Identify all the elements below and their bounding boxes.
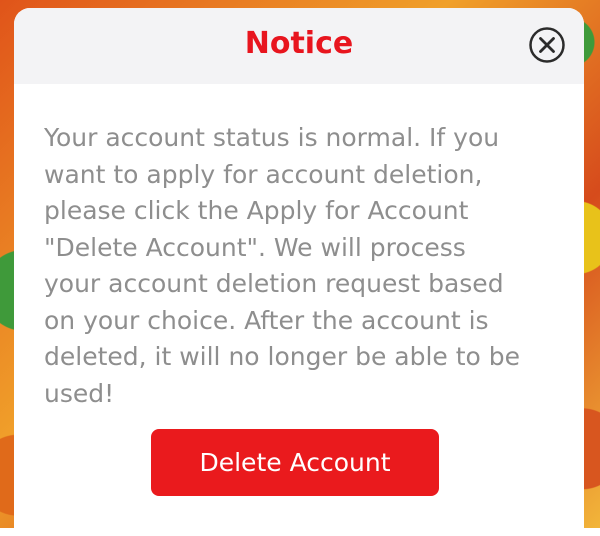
dialog-message: Your account status is normal. If you wa…: [44, 123, 521, 408]
dialog-title: Notice: [244, 26, 354, 61]
close-icon[interactable]: [528, 26, 566, 64]
notice-dialog: Notice Your account status is normal. If…: [14, 8, 584, 536]
close-circle-icon: [529, 27, 565, 63]
delete-account-button[interactable]: Delete Account: [151, 429, 439, 496]
dialog-header: Notice: [14, 8, 584, 84]
